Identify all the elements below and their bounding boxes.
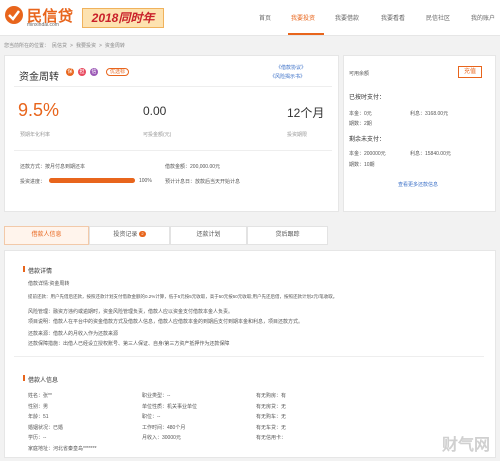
breadcrumb-current: 资金周转 xyxy=(104,43,125,49)
divider xyxy=(14,356,484,357)
loan-term-label: 投资期限 xyxy=(287,132,308,138)
expected-interest-label: 预计计息日： xyxy=(165,179,196,185)
available-amount-label: 可投金额(元) xyxy=(143,132,172,138)
top-nav-bar xyxy=(0,0,500,36)
tag-guarantee: 保 xyxy=(66,68,74,76)
featured-pill: 优选标 xyxy=(106,68,130,76)
borrower-field: 工作时间：480个月 xyxy=(142,424,186,431)
section-marker xyxy=(23,375,25,381)
watermark: 财气网 xyxy=(441,437,490,454)
tab-invest-records[interactable]: 投资记录 2 xyxy=(89,226,170,245)
nav-active-underline xyxy=(288,33,324,35)
loan-title: 资金周转 xyxy=(19,72,59,83)
unpaid-interest: 利息：15840.00元 xyxy=(410,151,451,157)
invest-records-badge: 2 xyxy=(139,231,146,237)
breadcrumb: 您当前所在的位置： 民信贷 > 我要投资 > 资金周转 xyxy=(4,42,128,49)
progress-value: 100% xyxy=(139,178,152,184)
borrower-field: 家庭地址：河北省秦皇岛******* xyxy=(28,446,97,452)
tab-post-loan[interactable]: 贷后跟踪 xyxy=(247,226,328,245)
tab-borrower-info[interactable]: 借款人信息 xyxy=(4,226,89,245)
divider xyxy=(14,150,332,151)
unpaid-periods: 期数：10期 xyxy=(349,162,375,168)
borrower-field: 有无信用卡： xyxy=(256,435,287,442)
nav-account[interactable]: 我的账户 xyxy=(471,13,495,22)
borrower-field: 月收入：30000元 xyxy=(142,435,181,442)
nav-invest[interactable]: 我要投资 xyxy=(291,13,315,22)
tab-repayment-plan[interactable]: 还款计划 xyxy=(170,226,247,245)
brand-domain: minxindai.com xyxy=(27,22,59,28)
detail-line: 项目说明：借款人在平台中的资金借款方式及借款人信息，借款人应借款本金的到期后支付… xyxy=(28,319,304,325)
brand-logo-icon xyxy=(5,6,23,24)
promo-banner[interactable]: 2018同时年 xyxy=(82,8,164,28)
loan-total: 借款金额：200,000.00元 xyxy=(165,163,220,170)
available-amount: 0.00 xyxy=(143,104,167,118)
loan-total-value: 200,000.00元 xyxy=(190,164,221,170)
borrower-field: 年龄：51 xyxy=(28,414,49,421)
breadcrumb-home[interactable]: 民信贷 xyxy=(52,43,67,49)
breadcrumb-sep: > xyxy=(70,43,73,49)
repay-method-label: 还款方式： xyxy=(20,164,46,170)
breadcrumb-sep: > xyxy=(98,43,102,49)
paid-title: 已按时支付： xyxy=(349,95,386,101)
detail-line: 借款详情:资金周转 xyxy=(28,281,70,287)
unpaid-title: 剩余未支付： xyxy=(349,137,386,143)
divider xyxy=(14,86,332,87)
borrower-field: 职业类型：-- xyxy=(142,393,171,399)
detail-line: 还款来源：借款人的月收入作为还款来源 xyxy=(28,331,119,337)
breadcrumb-prefix: 您当前所在的位置： xyxy=(4,43,50,49)
breadcrumb-invest[interactable]: 我要投资 xyxy=(76,43,96,49)
more-repayment-link[interactable]: 查看更多还款信息 xyxy=(398,181,438,188)
expected-interest-value: 放款后当天开始计息 xyxy=(195,179,241,185)
balance-status: 可用余额 xyxy=(349,71,370,77)
borrower-field: 有无购房：有 xyxy=(256,393,287,399)
loan-agreement-link[interactable]: 《借款协议》 xyxy=(276,64,306,71)
nav-community[interactable]: 民信社区 xyxy=(426,13,450,22)
borrower-field: 姓名：张** xyxy=(28,393,52,399)
progress-bar-fill xyxy=(49,178,135,183)
nav-browse[interactable]: 我要看看 xyxy=(381,13,405,22)
borrower-field: 职位：-- xyxy=(142,414,161,421)
detail-line: 提前还款：用户先借后还款，按照还款计划支付借款金额的0.2%计算，低于5元按5元… xyxy=(28,294,338,299)
tab-invest-records-label: 投资记录 xyxy=(113,232,138,238)
borrower-field: 单位性质：机关事业单位 xyxy=(142,403,198,410)
nav-home[interactable]: 首页 xyxy=(259,13,271,22)
repay-method: 还款方式：按月付息到期还本 xyxy=(20,163,85,170)
risk-disclosure-link[interactable]: 《风险揭示书》 xyxy=(270,73,305,80)
loan-total-label: 借款金额： xyxy=(165,164,191,170)
borrower-info-title: 借款人信息 xyxy=(28,378,59,384)
borrower-field: 性别：男 xyxy=(28,403,49,410)
borrower-field: 婚姻状况：已婚 xyxy=(28,424,64,431)
loan-term: 12个月 xyxy=(287,106,325,120)
borrower-field: 有无购车：无 xyxy=(256,414,287,421)
paid-periods: 期数：2期 xyxy=(349,121,372,127)
expected-interest: 预计计息日：放款后当天开始计息 xyxy=(165,178,240,185)
tag-credit: 信 xyxy=(90,68,98,76)
borrower-field: 有无车贷：无 xyxy=(256,424,287,431)
section-marker xyxy=(23,266,25,272)
borrower-field: 学历：-- xyxy=(28,435,47,442)
progress-label: 投资进度： xyxy=(20,179,46,185)
paid-interest: 利息：3168.00元 xyxy=(410,111,449,117)
detail-line: 还款保障措施：出借人已经设立授权账号、第三人保证、自身/第三方资产抵押作为还款保… xyxy=(28,341,230,347)
paid-principal: 本金：0元 xyxy=(349,111,372,117)
unpaid-principal: 本金：200000元 xyxy=(349,151,386,157)
recharge-button[interactable]: 充值 xyxy=(458,66,482,78)
loan-details-title: 借款详情 xyxy=(28,269,53,275)
tag-secured: 担 xyxy=(78,68,86,76)
borrower-field: 有无房贷：无 xyxy=(256,403,287,410)
repay-method-value: 按月付息到期还本 xyxy=(45,164,86,170)
annual-rate-label: 预期年化利率 xyxy=(20,132,51,138)
annual-rate: 9.5% xyxy=(18,100,60,120)
progress-bar xyxy=(49,178,135,183)
detail-line: 风险管理：融资方违约或逾期时，资金风险管理负责，借款人应以资金支付借款本金人负责… xyxy=(28,309,234,315)
details-panel xyxy=(4,250,496,458)
nav-borrow[interactable]: 我要借款 xyxy=(335,13,359,22)
